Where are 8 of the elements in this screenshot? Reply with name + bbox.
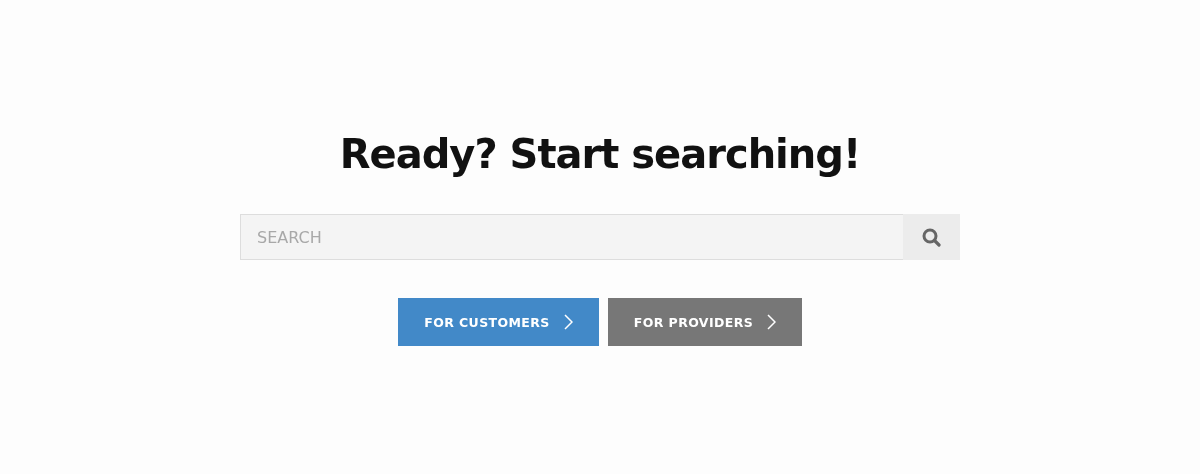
link-button[interactable]: FOR CUSTOMERS [398,298,599,346]
search-button[interactable] [903,214,960,260]
page-heading: Ready? Start searching! [339,130,861,179]
chevron-right-icon [563,314,573,330]
search-icon [922,227,941,247]
search-field[interactable]: SEARCH [240,214,903,260]
chevron-right-icon [767,314,777,330]
link-button[interactable]: FOR PROVIDERS [608,298,802,346]
